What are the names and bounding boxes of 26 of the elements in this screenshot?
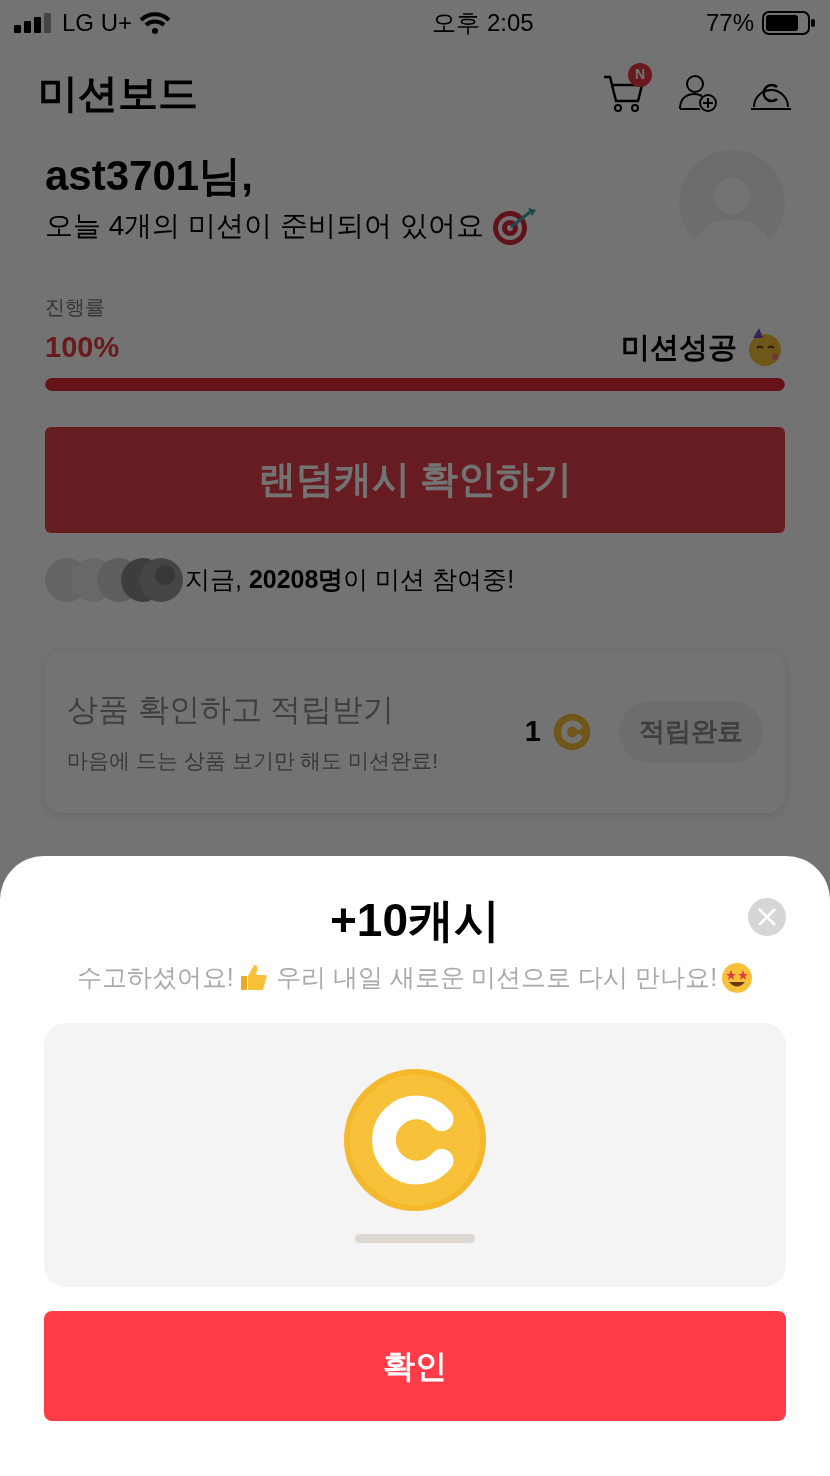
mission-subtitle: 마음에 드는 상품 보기만 해도 미션완료! — [67, 748, 438, 774]
user-greeting: ast3701님, — [45, 151, 254, 201]
participants-count-text: 지금, 20208명이 미션 참여중! — [185, 563, 515, 595]
progress-label: 진행률 — [45, 295, 106, 320]
sheet-message: 수고하셨어요! — [76, 962, 234, 993]
dart-target-icon — [491, 205, 538, 246]
battery-icon — [762, 10, 816, 35]
battery-percent: 77% — [705, 7, 754, 38]
reward-amount: 1 — [524, 713, 541, 749]
carrier-name: LG U+ — [62, 7, 133, 38]
new-badge: N — [628, 62, 652, 87]
signal-icon — [14, 12, 54, 33]
close-icon — [757, 907, 777, 927]
coin-icon — [553, 712, 591, 751]
confirm-button[interactable]: 확인 — [44, 1310, 786, 1421]
wifi-icon — [140, 11, 171, 34]
sheet-title: +10캐시 — [330, 893, 500, 948]
mission-success-label: 미션성공 — [621, 330, 737, 365]
clock-time: 오후 2:05 — [432, 7, 534, 38]
sheet-message: 우리 내일 새로운 미션으로 다시 만나요! — [275, 962, 718, 993]
add-friend-icon[interactable] — [678, 72, 718, 113]
mission-count-message: 오늘 4개의 미션이 준비되어 있어요 — [45, 208, 484, 243]
page-title: 미션보드 — [38, 69, 198, 117]
progress-percent: 100% — [45, 330, 120, 365]
random-cash-button[interactable]: 랜덤캐시 확인하기 — [45, 426, 785, 533]
star-eyes-face-icon — [721, 961, 754, 994]
